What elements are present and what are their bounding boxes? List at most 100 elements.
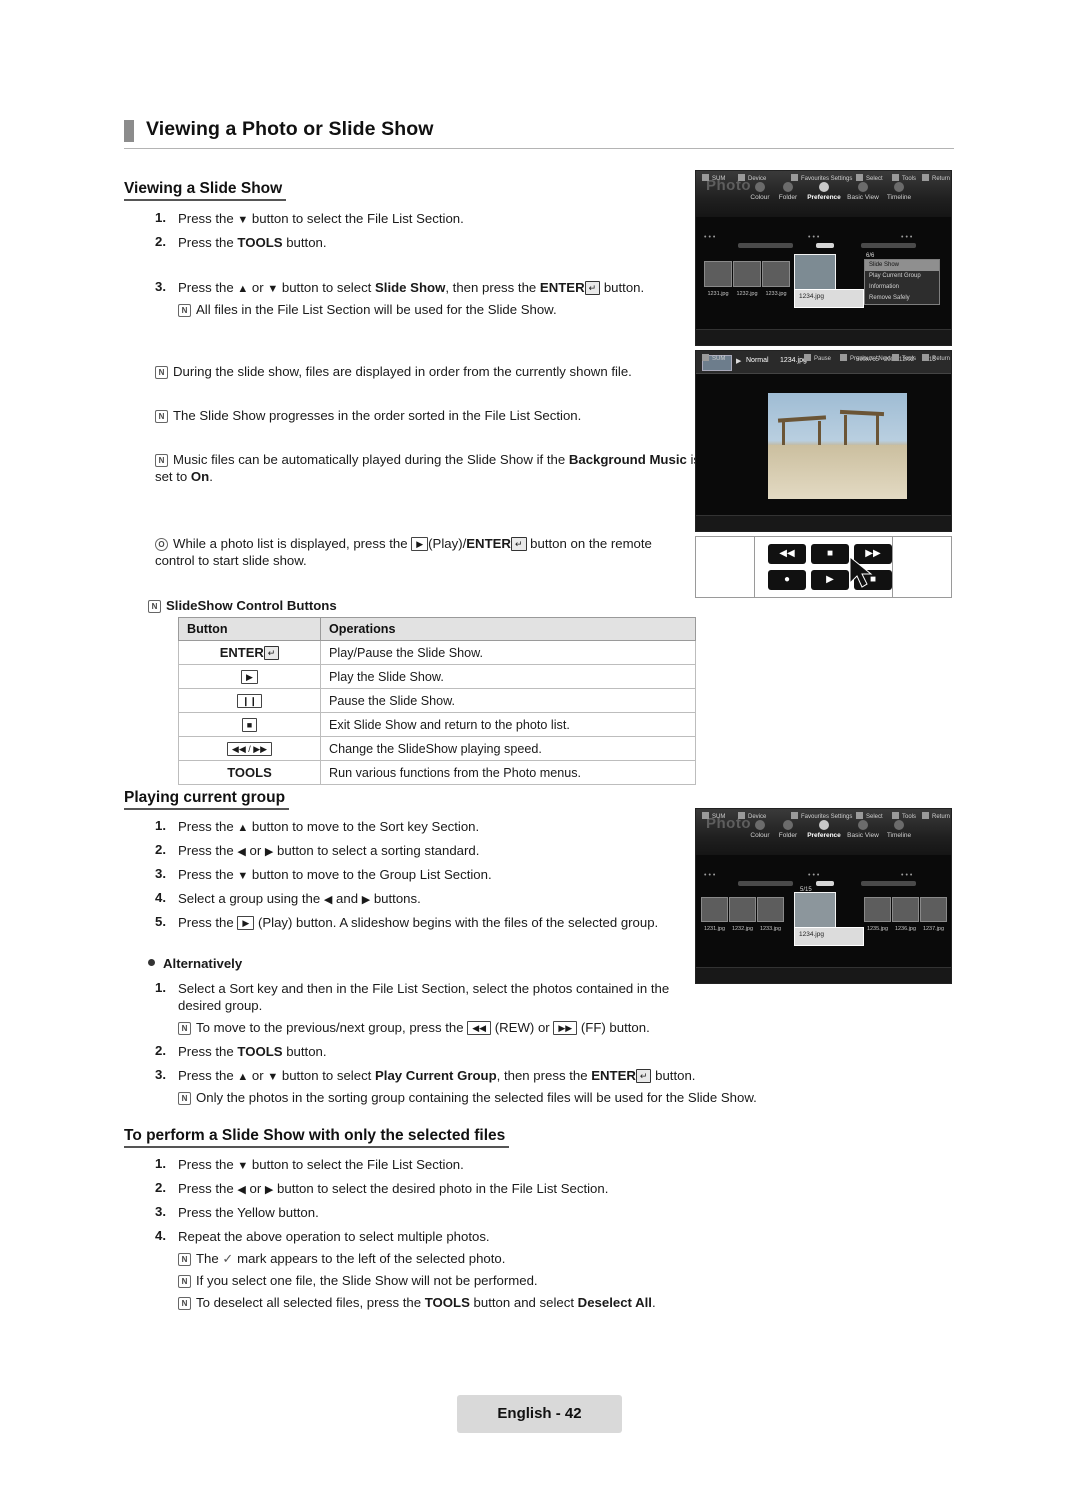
slideshow-control-buttons-heading: N SlideShow Control Buttons [148, 597, 568, 614]
screenshot-photo-group-view: Photo Colour Folder Preference Basic Vie… [695, 808, 952, 984]
grayband-left [738, 881, 793, 886]
heading-underline [124, 199, 286, 201]
rew-key-icon: ◀◀ [467, 1021, 492, 1035]
stop-button-top[interactable]: ■ [811, 544, 849, 564]
screenshot2-bottom-bar [696, 515, 951, 531]
screenshot3-bottom-bar [696, 967, 951, 983]
step-text: Select a group using the ◀ and ▶ buttons… [178, 891, 421, 906]
step-number: 5. [155, 914, 166, 929]
step-text: Press the ◀ or ▶ button to select a sort… [178, 843, 480, 858]
menu-dot-icon [783, 182, 793, 192]
right-dots-indicator: ••• [901, 234, 915, 241]
thumbnail: 1232.jpg [729, 897, 756, 932]
bottom-item-device: Device [738, 812, 766, 820]
bottom-item-device: Device [738, 174, 766, 182]
step-number: 3. [155, 1067, 166, 1082]
tools-menu-item-remove-safely[interactable]: Remove Safely [865, 293, 939, 304]
control-heading-label: SlideShow Control Buttons [166, 598, 337, 613]
note-text: O While a photo list is displayed, press … [155, 536, 652, 568]
table-row: ▶ Play the Slide Show. [178, 664, 696, 689]
bottom-item-favourites-settings: Favourites Settings [791, 174, 852, 182]
step-number: 3. [155, 1204, 166, 1219]
table-row: ◀◀ / ▶▶ Change the SlideShow playing spe… [178, 736, 696, 761]
menu-dot-icon [858, 182, 868, 192]
step-number: 2. [155, 1043, 166, 1058]
center-dots-indicator: ••• [808, 234, 822, 241]
table-cell-button: ENTER ↵ [178, 640, 321, 665]
thumbnail-selected [794, 254, 836, 292]
page-title-row: Viewing a Photo or Slide Show [124, 118, 954, 150]
heading-playing-current-group: Playing current group [124, 789, 289, 810]
step-text: Select a Sort key and then in the File L… [178, 981, 670, 1013]
table-header-button: Button [178, 617, 321, 641]
menu-item-folder: Folder [774, 182, 802, 201]
step-text: Press the TOOLS button. [178, 1044, 327, 1059]
thumbnail: 1231.jpg [704, 261, 732, 297]
menu-item-colour: Colour [746, 820, 774, 839]
selected-file-bar: 1234.jpg [794, 289, 864, 308]
heading-selected-files-label: To perform a Slide Show with only the se… [124, 1127, 506, 1144]
step-text: Repeat the above operation to select mul… [178, 1229, 490, 1244]
chip-icon [702, 812, 709, 819]
note-icon: N [178, 304, 191, 317]
page-title: Viewing a Photo or Slide Show [146, 118, 434, 140]
bottom-item-return: Return [922, 174, 950, 182]
play-button[interactable]: ▶ [811, 570, 849, 590]
alternatively-label: Alternatively [148, 955, 242, 972]
note-text: N The Slide Show progresses in the order … [155, 407, 675, 424]
enter-key-icon: ↵ [263, 646, 280, 660]
step-text: Press the ▲ button to move to the Sort k… [178, 819, 480, 834]
heading-underline [124, 1146, 509, 1148]
chip-icon [892, 812, 899, 819]
tools-popup-menu: Slide Show Play Current Group Informatio… [864, 259, 940, 305]
bottom-item-pause: Pause [804, 354, 831, 362]
menu-item-preference: Preference [806, 820, 842, 839]
menu-item-colour: Colour [746, 182, 774, 201]
check-icon: ✓ [222, 1251, 234, 1266]
panel-divider [892, 537, 893, 597]
step-number: 4. [155, 1228, 166, 1243]
step-text: Press the Yellow button. [178, 1205, 319, 1220]
note-label: Only the photos in the sorting group con… [196, 1090, 757, 1105]
menu-item-basic-view: Basic View [846, 182, 880, 201]
table-header-row: Button Operations [178, 617, 696, 641]
table-row: ENTER ↵ Play/Pause the Slide Show. [178, 640, 696, 665]
chip-icon [922, 812, 929, 819]
tools-menu-item-information[interactable]: Information [865, 282, 939, 293]
step-number: 1. [155, 980, 166, 995]
hut-post [876, 415, 879, 449]
thumbnail-selected [794, 892, 836, 930]
note-text: N All files in the File List Section will… [178, 301, 698, 318]
table-cell-button: ◀◀ / ▶▶ [178, 736, 321, 761]
remote-buttons-panel: ◀◀ ■ ▶▶ ● ▶ ■ [695, 536, 952, 598]
alternatively-text: Alternatively [163, 956, 243, 971]
photo-preview-image [768, 393, 907, 499]
screenshot-photo-view: ▶ Normal 1234.jpg 500x765 2008/12/02 6/1… [695, 350, 952, 532]
chip-icon [804, 354, 811, 361]
note-icon: N [155, 454, 168, 467]
photo-view-filename: 1234.jpg [780, 357, 807, 364]
menu-dot-icon [858, 820, 868, 830]
table-cell-operation: Pause the Slide Show. [320, 688, 696, 713]
table-row: ■ Exit Slide Show and return to the phot… [178, 712, 696, 737]
tools-menu-item-play-current-group[interactable]: Play Current Group [865, 271, 939, 282]
step-number: 4. [155, 890, 166, 905]
table-cell-operation: Exit Slide Show and return to the photo … [320, 712, 696, 737]
play-key-icon: ▶ [411, 537, 429, 551]
note-text: N Only the photos in the sorting group co… [178, 1089, 798, 1106]
chip-icon [840, 354, 847, 361]
menu-item-timeline: Timeline [884, 820, 914, 839]
step-text: Press the ▶ (Play) button. A slideshow b… [178, 915, 659, 930]
note-text: N Music files can be automatically played… [155, 452, 701, 484]
chip-icon [791, 812, 798, 819]
bottom-item-sum: SUM [702, 812, 725, 820]
rew-button[interactable]: ◀◀ [768, 544, 806, 564]
note-text: N To move to the previous/next group, pre… [178, 1019, 698, 1036]
enter-key-label: ENTER [219, 645, 264, 660]
heading-viewing-slide-show: Viewing a Slide Show [124, 180, 286, 201]
step-number: 3. [155, 866, 166, 881]
step-text: Press the ▼ button to select the File Li… [178, 211, 464, 226]
tools-menu-item-slide-show[interactable]: Slide Show [865, 260, 939, 271]
record-button[interactable]: ● [768, 570, 806, 590]
stop-key-icon: ■ [241, 717, 258, 732]
